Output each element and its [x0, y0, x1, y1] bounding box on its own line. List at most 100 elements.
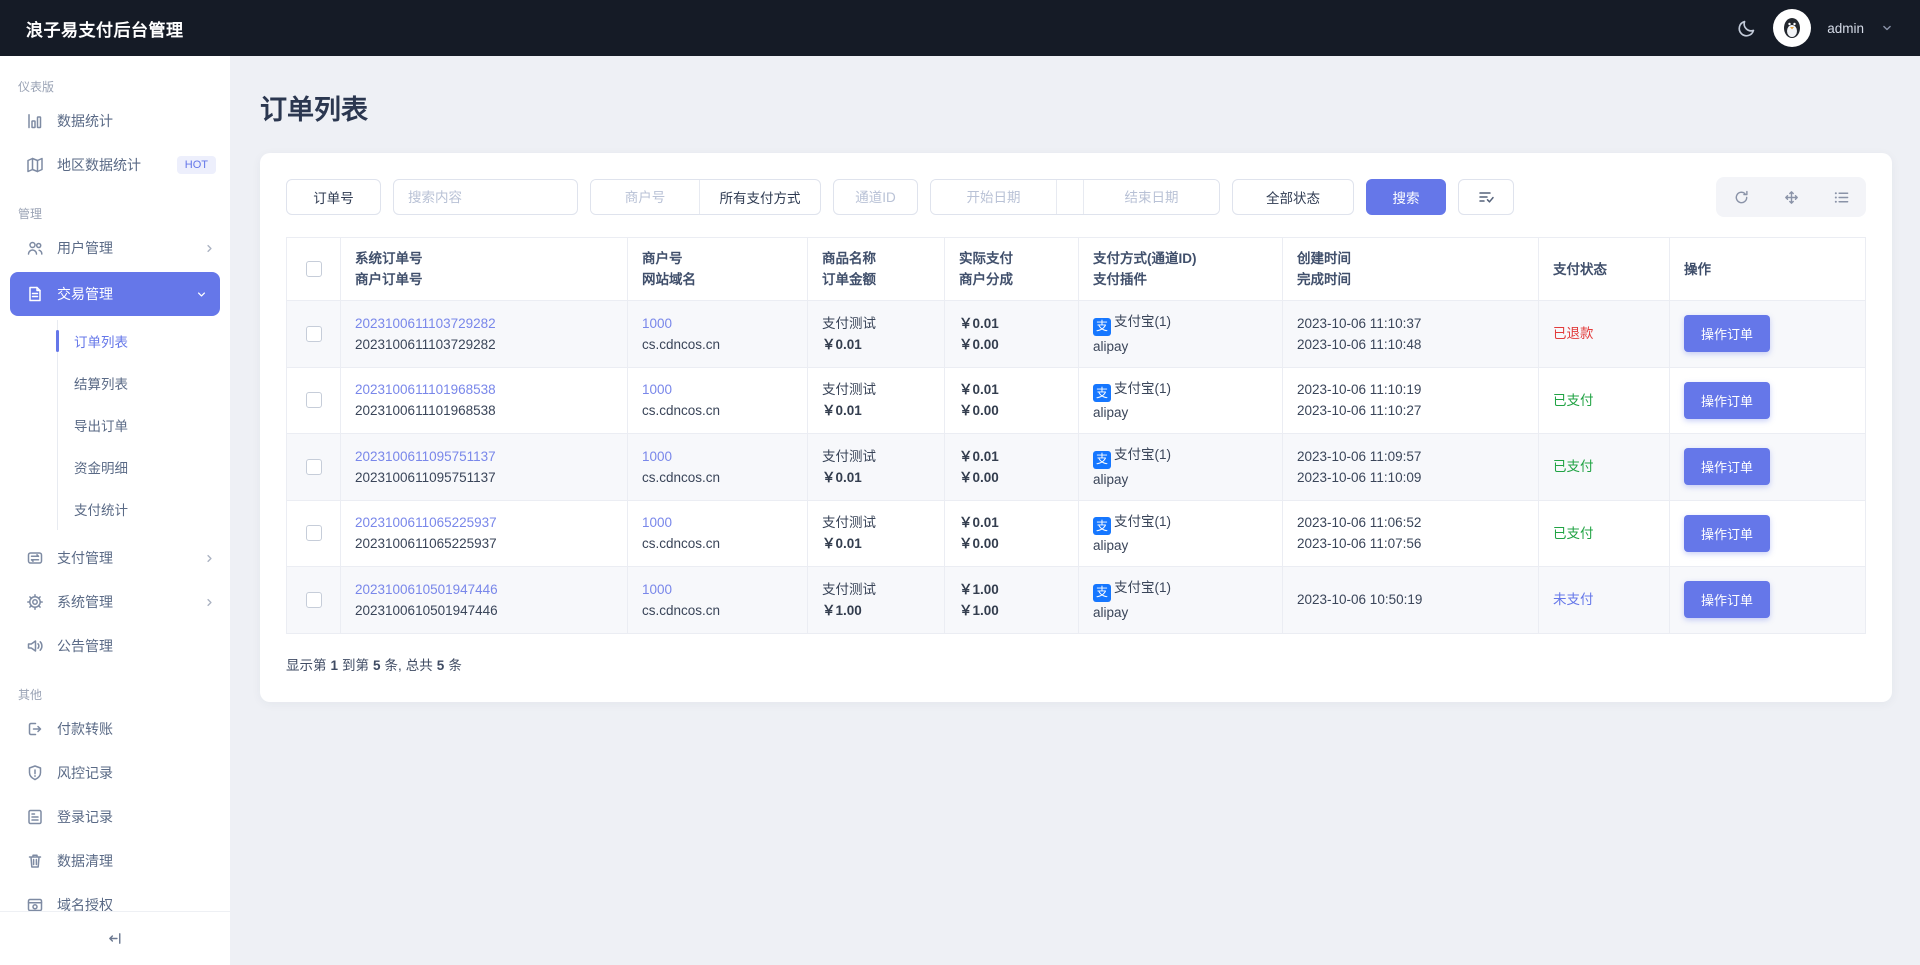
order-list-card: 订单号 所有支付方式 — [260, 153, 1892, 702]
filter-button[interactable] — [1458, 179, 1514, 215]
sidebar-item-region-stats[interactable]: 地区数据统计 HOT — [0, 143, 230, 187]
search-button[interactable]: 搜索 — [1366, 179, 1446, 215]
col-order-numbers: 系统订单号 商户订单号 — [340, 237, 628, 301]
sidebar-item-system-management[interactable]: 系统管理 — [0, 580, 230, 624]
status-badge: 已支付 — [1553, 525, 1594, 541]
merchant-order: 2023100611095751137 — [355, 469, 496, 485]
sidebar-section-other: 其他 — [18, 688, 43, 702]
sidebar-item-domain-authorization[interactable]: 域名授权 — [0, 883, 230, 911]
status-badge: 未支付 — [1553, 592, 1594, 608]
start-date-input[interactable] — [931, 180, 1056, 214]
sidebar-item-label: 支付管理 — [57, 550, 113, 566]
sidebar-item-risk-records[interactable]: 风控记录 — [0, 751, 230, 795]
sys-order-link[interactable]: 2023100611095751137 — [355, 446, 613, 467]
status-badge: 已退款 — [1553, 326, 1594, 342]
sidebar-item-label: 付款转账 — [57, 721, 113, 737]
end-date-input[interactable] — [1084, 180, 1219, 214]
refresh-icon[interactable] — [1716, 177, 1766, 217]
merchant-id-link[interactable]: 1000 — [642, 579, 793, 600]
crescent-moon-icon[interactable] — [1737, 18, 1757, 38]
operate-order-button[interactable]: 操作订单 — [1684, 381, 1771, 419]
sidebar-subitem-payment-stats[interactable]: 支付统计 — [58, 488, 230, 530]
order-type-select[interactable]: 订单号 — [286, 179, 381, 215]
operate-order-button[interactable]: 操作订单 — [1684, 448, 1771, 486]
sys-order-link[interactable]: 2023100611103729282 — [355, 313, 613, 334]
filter-bar: 订单号 所有支付方式 — [286, 177, 1866, 217]
subitem-label: 结算列表 — [74, 377, 128, 392]
table-row: 2023100611103729282 2023100611103729282 … — [286, 300, 1866, 368]
date-range-separator — [1057, 180, 1083, 214]
sidebar-item-announcement-management[interactable]: 公告管理 — [0, 624, 230, 668]
collapse-arrow-icon — [107, 930, 124, 947]
table-row: 2023100611065225937 2023100611065225937 … — [286, 499, 1866, 567]
filter-check-icon — [1477, 188, 1495, 206]
avatar[interactable] — [1773, 9, 1812, 47]
expand-arrows-icon[interactable] — [1766, 177, 1816, 217]
completed-time: 2023-10-06 11:10:48 — [1297, 336, 1422, 352]
merchant-paymethod-group: 所有支付方式 — [590, 179, 821, 215]
merchant-share: ￥0.00 — [959, 403, 999, 419]
sidebar-item-data-stats[interactable]: 数据统计 — [0, 99, 230, 143]
pay-method: 支付宝(1) — [1114, 580, 1171, 595]
sidebar-collapse-button[interactable] — [0, 911, 230, 965]
paid-amount: ￥1.00 — [959, 581, 999, 597]
row-checkbox[interactable] — [305, 325, 322, 342]
sidebar-item-payment-management[interactable]: 支付管理 — [0, 536, 230, 580]
sidebar-item-trade-management[interactable]: 交易管理 — [10, 272, 220, 316]
sidebar-item-label: 数据统计 — [57, 113, 113, 129]
sidebar-item-user-management[interactable]: 用户管理 — [0, 226, 230, 270]
sidebar-subitem-settlement-list[interactable]: 结算列表 — [58, 362, 230, 404]
chevron-down-icon — [195, 288, 208, 301]
speaker-icon — [26, 637, 44, 655]
order-amount: ￥0.01 — [822, 536, 862, 552]
subitem-label: 支付统计 — [74, 503, 128, 518]
merchant-id-link[interactable]: 1000 — [642, 512, 793, 533]
status-value: 全部状态 — [1266, 191, 1320, 206]
row-checkbox[interactable] — [305, 525, 322, 542]
sidebar-subitem-order-list[interactable]: 订单列表 — [56, 320, 230, 362]
alipay-icon: 支 — [1093, 317, 1111, 336]
merchant-id-link[interactable]: 1000 — [642, 446, 793, 467]
pay-method-select[interactable]: 所有支付方式 — [700, 180, 820, 214]
row-checkbox[interactable] — [305, 591, 322, 608]
sidebar-item-label: 地区数据统计 — [57, 157, 141, 173]
pay-method: 支付宝(1) — [1114, 380, 1171, 396]
merchant-input[interactable] — [591, 180, 699, 214]
sidebar-item-login-records[interactable]: 登录记录 — [0, 795, 230, 839]
site-domain: cs.cdncos.cn — [642, 469, 721, 485]
trash-icon — [26, 852, 44, 870]
operate-order-button[interactable]: 操作订单 — [1684, 581, 1771, 619]
orders-table: 系统订单号 商户订单号 商户号 网站域名 商品名称 订单金额 实际支付 商户分成 支付方… — [286, 237, 1866, 634]
channel-input[interactable] — [833, 179, 918, 215]
status-select[interactable]: 全部状态 — [1232, 179, 1354, 215]
merchant-id-link[interactable]: 1000 — [642, 379, 793, 400]
sys-order-link[interactable]: 2023100611101968538 — [355, 379, 613, 400]
username[interactable]: admin — [1827, 21, 1864, 36]
order-amount: ￥1.00 — [822, 602, 862, 618]
log-icon — [26, 808, 44, 826]
col-paid: 实际支付 商户分成 — [944, 237, 1079, 301]
sidebar-item-payout-transfer[interactable]: 付款转账 — [0, 707, 230, 751]
pay-method-value: 所有支付方式 — [719, 191, 801, 206]
created-time: 2023-10-06 11:10:19 — [1297, 382, 1422, 398]
sidebar-subitem-fund-details[interactable]: 资金明细 — [58, 446, 230, 488]
row-checkbox[interactable] — [305, 458, 322, 475]
sys-order-link[interactable]: 2023100610501947446 — [355, 579, 613, 600]
sidebar-subitem-export-orders[interactable]: 导出订单 — [58, 404, 230, 446]
date-range-group — [930, 179, 1220, 215]
created-time: 2023-10-06 11:09:57 — [1297, 448, 1422, 464]
search-input[interactable] — [393, 179, 578, 215]
operate-order-button[interactable]: 操作订单 — [1684, 514, 1771, 552]
sys-order-link[interactable]: 2023100611065225937 — [355, 512, 613, 533]
transfer-icon — [26, 549, 44, 567]
merchant-id-link[interactable]: 1000 — [642, 313, 793, 334]
subitem-label: 资金明细 — [74, 461, 128, 476]
operate-order-button[interactable]: 操作订单 — [1684, 315, 1771, 353]
site-domain: cs.cdncos.cn — [642, 403, 721, 419]
paid-amount: ￥0.01 — [959, 315, 999, 331]
column-list-icon[interactable] — [1816, 177, 1866, 217]
sidebar-item-data-cleanup[interactable]: 数据清理 — [0, 839, 230, 883]
select-all-checkbox[interactable] — [305, 261, 322, 277]
users-icon — [26, 239, 44, 257]
row-checkbox[interactable] — [305, 392, 322, 409]
